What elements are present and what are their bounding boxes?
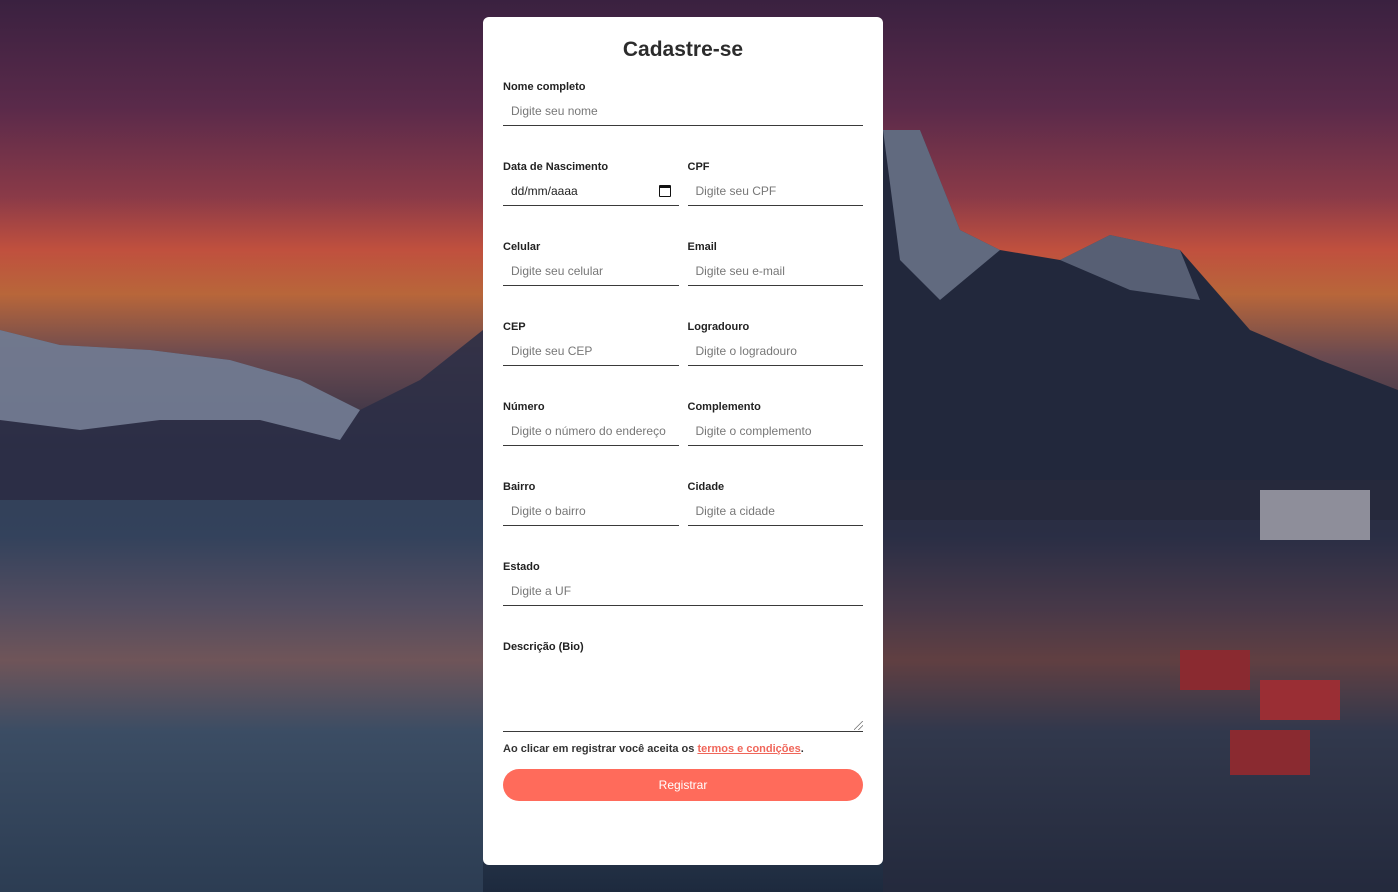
terms-link[interactable]: termos e condições [697,743,800,755]
cpf-input[interactable]: Digite seu CPF [687,176,863,206]
row-phone-email: Celular Digite seu celular Email Digite … [503,240,863,286]
email-label: Email [687,241,717,253]
left-water [0,500,483,892]
house-red-1 [1180,650,1250,690]
logradouro-input[interactable]: Digite o logradouro [687,336,863,366]
estado-label: Estado [503,561,540,573]
nome-label: Nome completo [503,81,586,93]
nascimento-value: dd/mm/aaaa [511,183,578,198]
logradouro-label: Logradouro [687,321,750,333]
nome-field: Nome completo Digite seu nome [503,80,863,126]
resize-handle-icon[interactable] [854,721,863,730]
cidade-label: Cidade [687,481,725,493]
bio-field: Descrição (Bio) [503,640,863,732]
cpf-field: CPF Digite seu CPF [687,160,863,206]
house-white [1260,490,1370,540]
cep-label: CEP [503,321,526,333]
bairro-input[interactable]: Digite o bairro [503,496,679,526]
register-card: Cadastre-se Nome completo Digite seu nom… [483,17,883,865]
celular-input[interactable]: Digite seu celular [503,256,679,286]
row-cep-logradouro: CEP Digite seu CEP Logradouro Digite o l… [503,320,863,366]
cep-field: CEP Digite seu CEP [503,320,679,366]
complemento-label: Complemento [687,401,761,413]
numero-field: Número Digite o número do endereço [503,400,679,446]
celular-label: Celular [503,241,541,253]
celular-field: Celular Digite seu celular [503,240,679,286]
terms-suffix: . [800,743,804,755]
logradouro-field: Logradouro Digite o logradouro [687,320,863,366]
nascimento-label: Data de Nascimento [503,161,609,173]
page-title: Cadastre-se [622,38,744,61]
cidade-field: Cidade Digite a cidade [687,480,863,526]
bio-label: Descrição (Bio) [503,641,584,653]
email-field: Email Digite seu e-mail [687,240,863,286]
bairro-label: Bairro [503,481,536,493]
terms-prefix: Ao clicar em registrar você aceita os [503,743,698,755]
complemento-input[interactable]: Digite o complemento [687,416,863,446]
cidade-input[interactable]: Digite a cidade [687,496,863,526]
calendar-icon[interactable] [658,184,671,197]
right-mountains [883,130,1398,520]
bio-textarea[interactable] [503,656,863,732]
estado-field: Estado Digite a UF [503,560,863,606]
estado-input[interactable]: Digite a UF [503,576,863,606]
house-red-3 [1230,730,1310,775]
register-button[interactable]: Registrar [503,769,863,801]
cep-input[interactable]: Digite seu CEP [503,336,679,366]
row-numero-complemento: Número Digite o número do endereço Compl… [503,400,863,446]
numero-input[interactable]: Digite o número do endereço [503,416,679,446]
house-red-2 [1260,680,1340,720]
cpf-label: CPF [687,161,710,173]
row-bairro-cidade: Bairro Digite o bairro Cidade Digite a c… [503,480,863,526]
bairro-field: Bairro Digite o bairro [503,480,679,526]
nascimento-input[interactable]: dd/mm/aaaa [503,176,679,206]
complemento-field: Complemento Digite o complemento [687,400,863,446]
row-birth-cpf: Data de Nascimento dd/mm/aaaa CPF Digite… [503,160,863,206]
nascimento-field: Data de Nascimento dd/mm/aaaa [503,160,679,206]
nome-input[interactable]: Digite seu nome [503,96,863,126]
numero-label: Número [503,401,545,413]
email-input[interactable]: Digite seu e-mail [687,256,863,286]
terms-text: Ao clicar em registrar você aceita os te… [503,743,863,755]
